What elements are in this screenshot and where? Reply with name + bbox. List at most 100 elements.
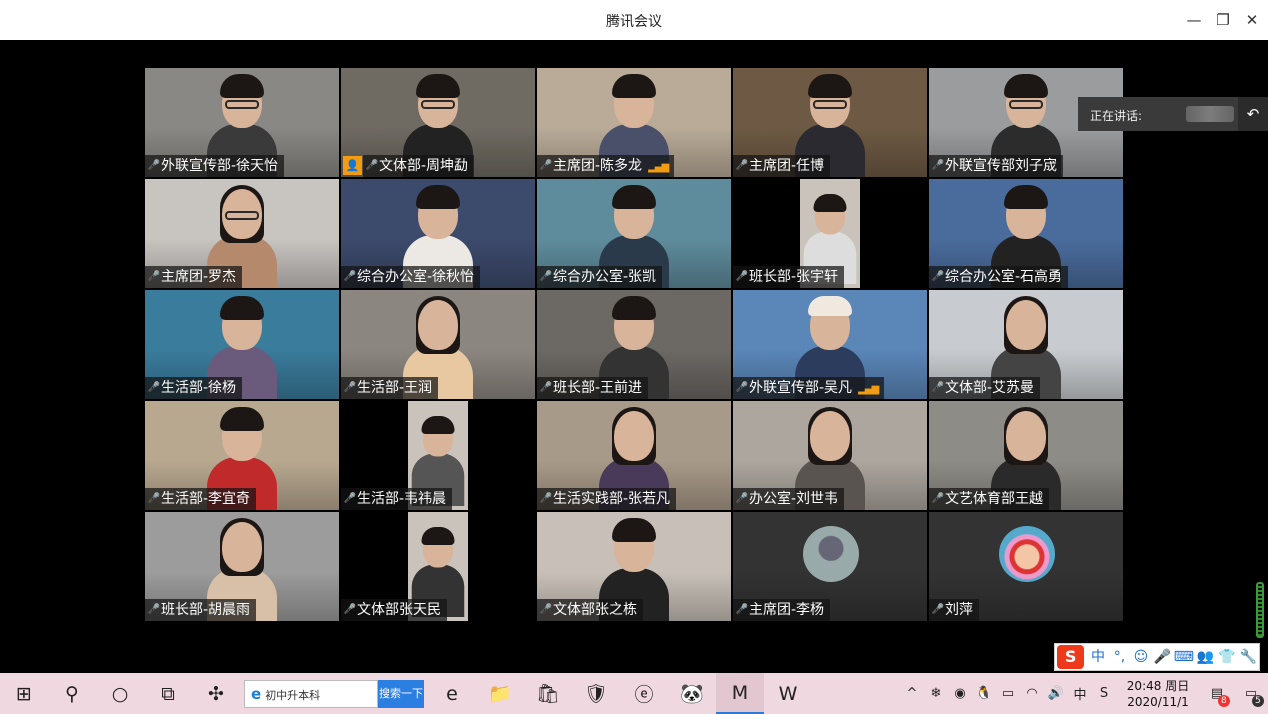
video-tile[interactable]: 🎤综合办公室-张凯 [537,179,731,288]
start-button[interactable]: ⊞ [0,673,48,714]
video-tile[interactable]: 🎤文体部张之栋 [537,512,731,621]
video-tile[interactable]: 🎤生活部-李宜奇 [145,401,339,510]
battery-icon[interactable]: ▭ [996,673,1020,714]
minimize-button[interactable]: — [1182,8,1206,32]
participant-name: 综合办公室-徐秋怡 [357,269,475,285]
search-button[interactable]: ⚲ [48,673,96,714]
participant-name: 班长部-王前进 [553,380,643,396]
task-view-button[interactable]: ⧉ [144,673,192,714]
participant-name-label: 🎤文艺体育部王越 [929,488,1049,510]
video-tile[interactable]: 🎤刘萍 [929,512,1123,621]
mic-muted-icon: 🎤 [931,382,945,393]
participant-name-label: 🎤主席团-陈多龙 ▂▄▆ [537,155,675,177]
video-tile[interactable]: 🎤主席团-任博 [733,68,927,177]
taskbar-app[interactable]: 🐼 [668,673,716,714]
volume-icon[interactable]: 🔊 [1044,673,1068,714]
video-tile[interactable]: 🎤外联宣传部-徐天怡 [145,68,339,177]
show-hidden-icons-icon[interactable]: ^ [900,673,924,714]
video-tile[interactable]: 🎤生活实践部-张若凡 [537,401,731,510]
mic-muted-icon: 🎤 [539,382,553,393]
participant-name: 主席团-罗杰 [161,269,237,285]
clock[interactable]: 20:48 周日 2020/11/1 [1122,678,1194,710]
chinese-mode-icon[interactable]: 中 [1087,646,1108,668]
host-badge-icon: 👤 [343,156,362,175]
participant-name-label: 🎤生活部-韦祎晨 [341,488,453,510]
user-icon[interactable]: 👥 [1195,646,1216,668]
participant-name: 文体部张天民 [357,602,441,618]
video-tile[interactable]: 🎤文体部-艾苏曼 [929,290,1123,399]
video-tile[interactable]: 🎤文体部张天民 [341,512,535,621]
keyboard-icon[interactable]: ⌨ [1173,646,1194,668]
mic-muted-icon: 🎤 [539,493,553,504]
participant-name-label: 🎤生活部-李宜奇 [145,488,257,510]
punctuation-icon[interactable]: °, [1109,646,1130,668]
taskbar-app[interactable]: ✣ [192,673,240,714]
participant-name-label: 🎤生活部-王润 [341,377,439,399]
participant-name-label: 🎤外联宣传部-吴凡 ▂▄▆ [733,377,885,399]
mic-muted-icon: 🎤 [735,382,749,393]
action-center-button[interactable]: ▭ 5 [1234,673,1268,714]
video-tile[interactable]: 🎤文体部-周坤勐 👤 [341,68,535,177]
mic-muted-icon: 🎤 [343,271,357,282]
taskbar-app[interactable]: 📁 [476,673,524,714]
video-tile[interactable]: 🎤生活部-徐杨 [145,290,339,399]
participant-name-label: 🎤综合办公室-石高勇 [929,266,1069,288]
mic-muted-icon: 🎤 [343,382,357,393]
video-tile[interactable]: 🎤主席团-罗杰 [145,179,339,288]
gallery-scrollbar[interactable] [1256,582,1264,638]
taskbar-app[interactable]: W [764,673,812,714]
system-tray: ^ ❄ ◉ 🐧 ▭ ◠ 🔊 中 S 20:48 周日 2020/11/1 ▤ 8 ▭ 5 [900,673,1268,714]
taskbar-app[interactable]: ⓔ [620,673,668,714]
taskbar-app[interactable]: 🛡 [572,673,620,714]
participant-name-label: 🎤文体部张之栋 [537,599,643,621]
mic-muted-icon: 🎤 [343,493,357,504]
sogou-tray-icon[interactable]: S [1092,673,1116,714]
cortana-button[interactable]: ○ [96,673,144,714]
speaker-placeholder [1186,106,1234,122]
qq-icon[interactable]: 🐧 [972,673,996,714]
participant-name: 外联宣传部刘子宬 [945,158,1057,174]
sogou-logo-icon[interactable]: S [1057,645,1085,669]
participant-avatar [803,526,859,582]
restore-button[interactable]: ❐ [1211,8,1235,32]
video-tile[interactable]: 🎤外联宣传部-吴凡 ▂▄▆ [733,290,927,399]
browser-search-button[interactable]: 搜索一下 [378,679,424,708]
video-tile[interactable]: 🎤综合办公室-徐秋怡 [341,179,535,288]
video-tile[interactable]: 🎤班长部-胡晨雨 [145,512,339,621]
browser-search-input[interactable]: e 初中升本科 [244,679,378,708]
emoji-icon[interactable]: ☺ [1130,646,1151,668]
video-tile[interactable]: 🎤文艺体育部王越 [929,401,1123,510]
close-button[interactable]: ✕ [1240,8,1264,32]
participant-name-label: 🎤主席团-罗杰 [145,266,243,288]
video-tile[interactable]: 🎤生活部-韦祎晨 [341,401,535,510]
wifi-icon[interactable]: ◠ [1020,673,1044,714]
video-tile[interactable]: 🎤生活部-王润 [341,290,535,399]
active-speaker-panel: 正在讲话: ↶ [1078,97,1268,131]
windows-logo-icon: ⊞ [16,682,32,705]
tray-snowflake-icon[interactable]: ❄ [924,673,948,714]
video-tile[interactable]: 🎤班长部-张宇轩 [733,179,927,288]
skin-icon[interactable]: 👕 [1216,646,1237,668]
collapse-speaker-icon[interactable]: ↶ [1238,97,1268,131]
tray-green-app-icon[interactable]: ◉ [948,673,972,714]
video-tile[interactable]: 🎤班长部-王前进 [537,290,731,399]
video-tile[interactable]: 🎤主席团-李杨 [733,512,927,621]
video-tile[interactable]: 🎤主席团-陈多龙 ▂▄▆ [537,68,731,177]
mic-muted-icon: 🎤 [931,604,945,615]
participant-name-label: 🎤综合办公室-徐秋怡 [341,266,481,288]
store-icon: 🛍 [535,683,561,705]
panda-app-icon: 🐼 [680,683,704,705]
clock-date: 2020/11/1 [1127,694,1189,709]
participant-name-label: 🎤主席团-任博 [733,155,831,177]
voice-input-icon[interactable]: 🎤 [1152,646,1173,668]
notification-app-button[interactable]: ▤ 8 [1200,673,1234,714]
participant-name-label: 🎤主席团-李杨 [733,599,831,621]
input-language-icon[interactable]: 中 [1068,673,1092,714]
video-tile[interactable]: 🎤办公室-刘世韦 [733,401,927,510]
video-tile[interactable]: 🎤综合办公室-石高勇 [929,179,1123,288]
taskbar-app[interactable]: e [428,673,476,714]
participant-name-label: 🎤外联宣传部刘子宬 [929,155,1063,177]
taskbar-app[interactable]: M [716,673,764,714]
tools-icon[interactable]: 🔧 [1237,646,1258,668]
taskbar-app[interactable]: 🛍 [524,673,572,714]
